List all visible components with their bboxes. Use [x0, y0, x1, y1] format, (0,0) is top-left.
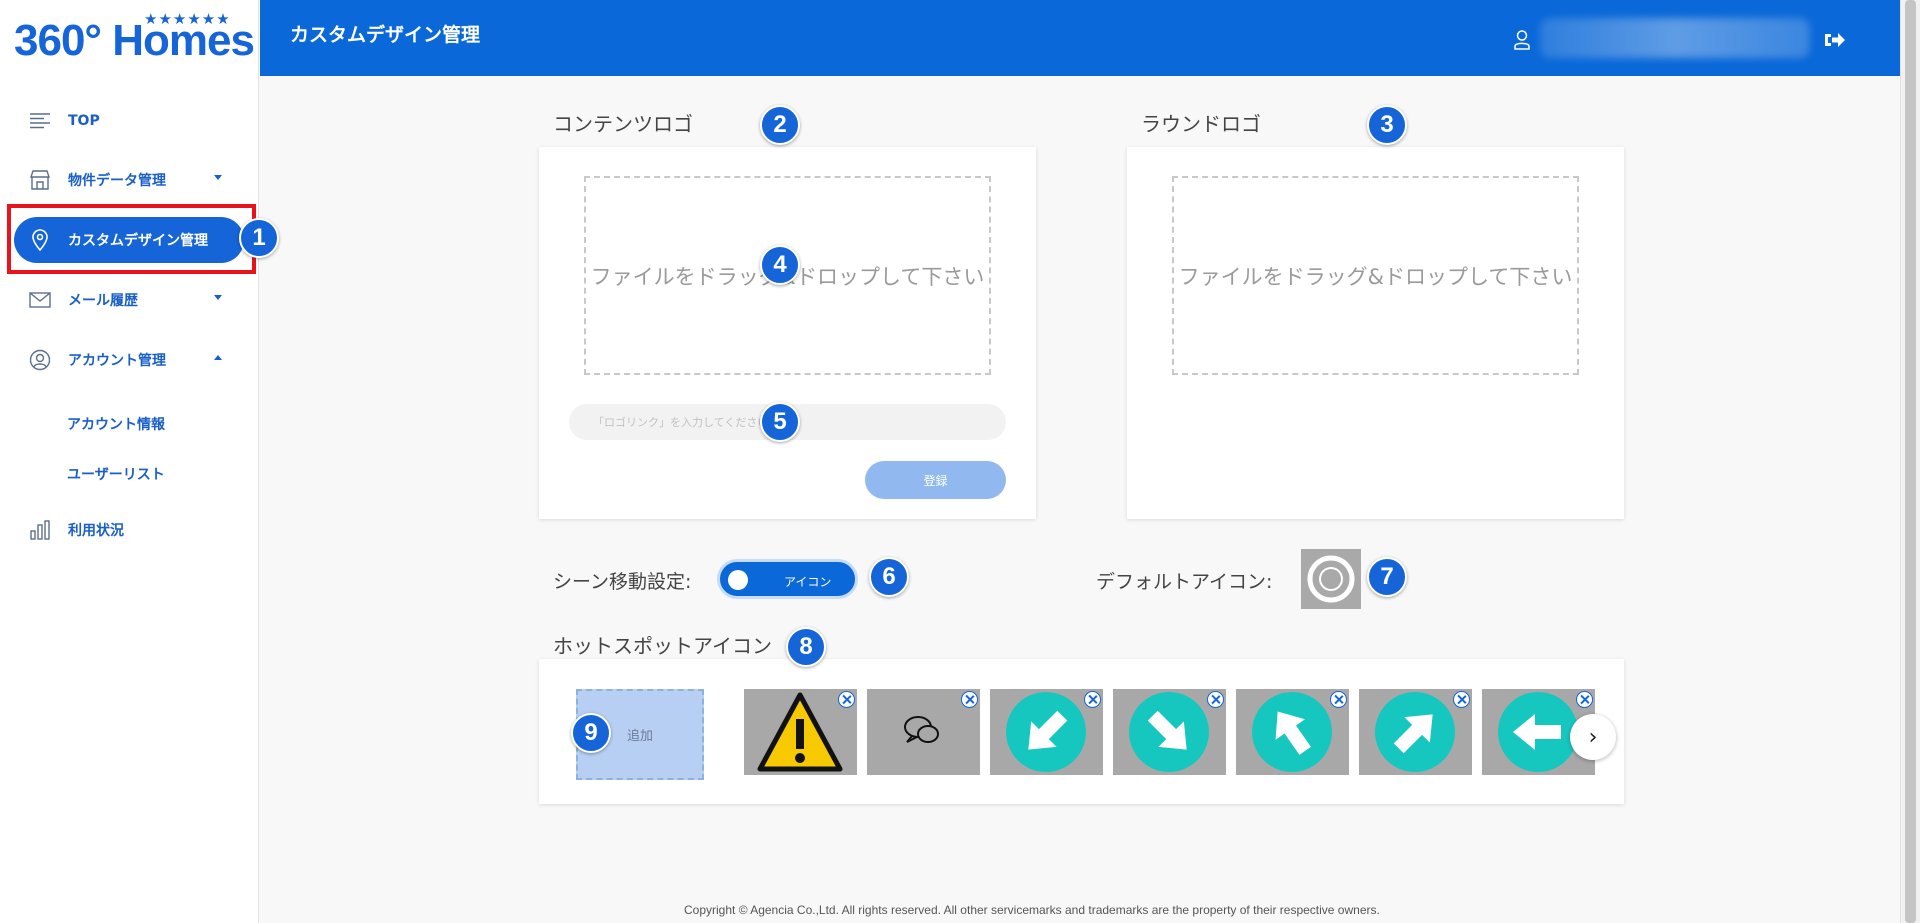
page-title: カスタムデザイン管理	[290, 24, 481, 46]
logout-icon[interactable]	[1824, 31, 1846, 53]
scene-setting-label: シーン移動設定:	[553, 571, 692, 593]
mail-icon	[28, 288, 52, 312]
scrollbar[interactable]	[1900, 0, 1920, 923]
callout-badge-7: 7	[1367, 557, 1407, 597]
sidebar-item-usage[interactable]: 利用状況	[14, 507, 244, 553]
remove-hotspot-icon[interactable]	[1084, 691, 1101, 708]
ring-icon	[1307, 555, 1355, 603]
remove-hotspot-icon[interactable]	[1453, 691, 1470, 708]
content-logo-title: コンテンツロゴ	[553, 112, 693, 136]
header: カスタムデザイン管理	[260, 0, 1900, 76]
callout-badge-1: 1	[239, 218, 279, 258]
scene-icon-toggle[interactable]: アイコン	[717, 559, 858, 599]
chevron-up-icon	[214, 355, 222, 360]
hotspot-icon-arrow-up-right[interactable]	[1359, 689, 1472, 775]
hotspot-title: ホットスポットアイコン	[553, 634, 772, 658]
callout-badge-4: 4	[760, 245, 800, 285]
sidebar-item-account[interactable]: アカウント管理	[14, 337, 244, 383]
user-circle-icon	[28, 348, 52, 372]
register-button[interactable]: 登録	[865, 461, 1006, 499]
round-logo-title: ラウンドロゴ	[1141, 112, 1261, 136]
remove-hotspot-icon[interactable]	[1576, 691, 1593, 708]
store-icon	[28, 168, 52, 192]
bar-chart-icon	[28, 518, 52, 542]
remove-hotspot-icon[interactable]	[1330, 691, 1347, 708]
carousel-next-button[interactable]: ›	[1570, 714, 1616, 760]
user-name-blurred	[1540, 18, 1810, 58]
sidebar-subitem-account-info[interactable]: アカウント情報	[67, 414, 165, 434]
sidebar-item-label: TOP	[68, 113, 100, 129]
remove-hotspot-icon[interactable]	[1207, 691, 1224, 708]
remove-hotspot-icon[interactable]	[961, 691, 978, 708]
toggle-knob	[728, 570, 748, 590]
chevron-right-icon: ›	[1588, 724, 1598, 750]
callout-badge-3: 3	[1367, 105, 1407, 145]
callout-badge-5: 5	[760, 402, 800, 442]
sidebar-item-mail-history[interactable]: メール履歴	[14, 277, 244, 323]
menu-lines-icon	[28, 109, 52, 133]
default-icon-preview[interactable]	[1301, 549, 1361, 609]
sidebar-item-label: メール履歴	[68, 293, 138, 309]
highlight-box	[7, 204, 256, 274]
sidebar: ★★★★★★ 360° Homes TOP 物件データ管理 カスタムデザイン管理…	[0, 0, 259, 923]
logo-text: 360° Homes	[14, 16, 255, 65]
sidebar-item-label: 物件データ管理	[68, 173, 166, 189]
chevron-down-icon	[214, 295, 222, 300]
logo[interactable]: ★★★★★★ 360° Homes	[14, 10, 255, 65]
chevron-down-icon	[214, 175, 222, 180]
toggle-label: アイコン	[784, 575, 832, 589]
callout-badge-6: 6	[869, 557, 909, 597]
callout-badge-8: 8	[786, 627, 826, 667]
scrollbar-thumb[interactable]	[1905, 0, 1916, 923]
hotspot-icon-warning[interactable]	[744, 689, 857, 775]
sidebar-item-top[interactable]: TOP	[14, 98, 244, 144]
user-icon[interactable]	[1514, 30, 1530, 54]
remove-hotspot-icon[interactable]	[838, 691, 855, 708]
sidebar-item-property-data[interactable]: 物件データ管理	[14, 157, 244, 203]
round-logo-dropzone[interactable]: ファイルをドラッグ&ドロップして下さい	[1172, 176, 1579, 375]
sidebar-item-label: アカウント管理	[68, 353, 166, 369]
hotspot-icon-speech[interactable]	[867, 689, 980, 775]
callout-badge-2: 2	[760, 105, 800, 145]
callout-badge-9: 9	[571, 713, 611, 753]
sidebar-item-label: 利用状況	[68, 523, 124, 539]
footer-copyright: Copyright © Agencia Co.,Ltd. All rights …	[684, 903, 1380, 917]
hotspot-icon-arrow-down-left[interactable]	[990, 689, 1103, 775]
hotspot-icon-arrow-down-right[interactable]	[1113, 689, 1226, 775]
default-icon-label: デフォルトアイコン:	[1096, 571, 1273, 593]
sidebar-subitem-user-list[interactable]: ユーザーリスト	[67, 464, 165, 484]
hotspot-icon-arrow-up-left[interactable]	[1236, 689, 1349, 775]
